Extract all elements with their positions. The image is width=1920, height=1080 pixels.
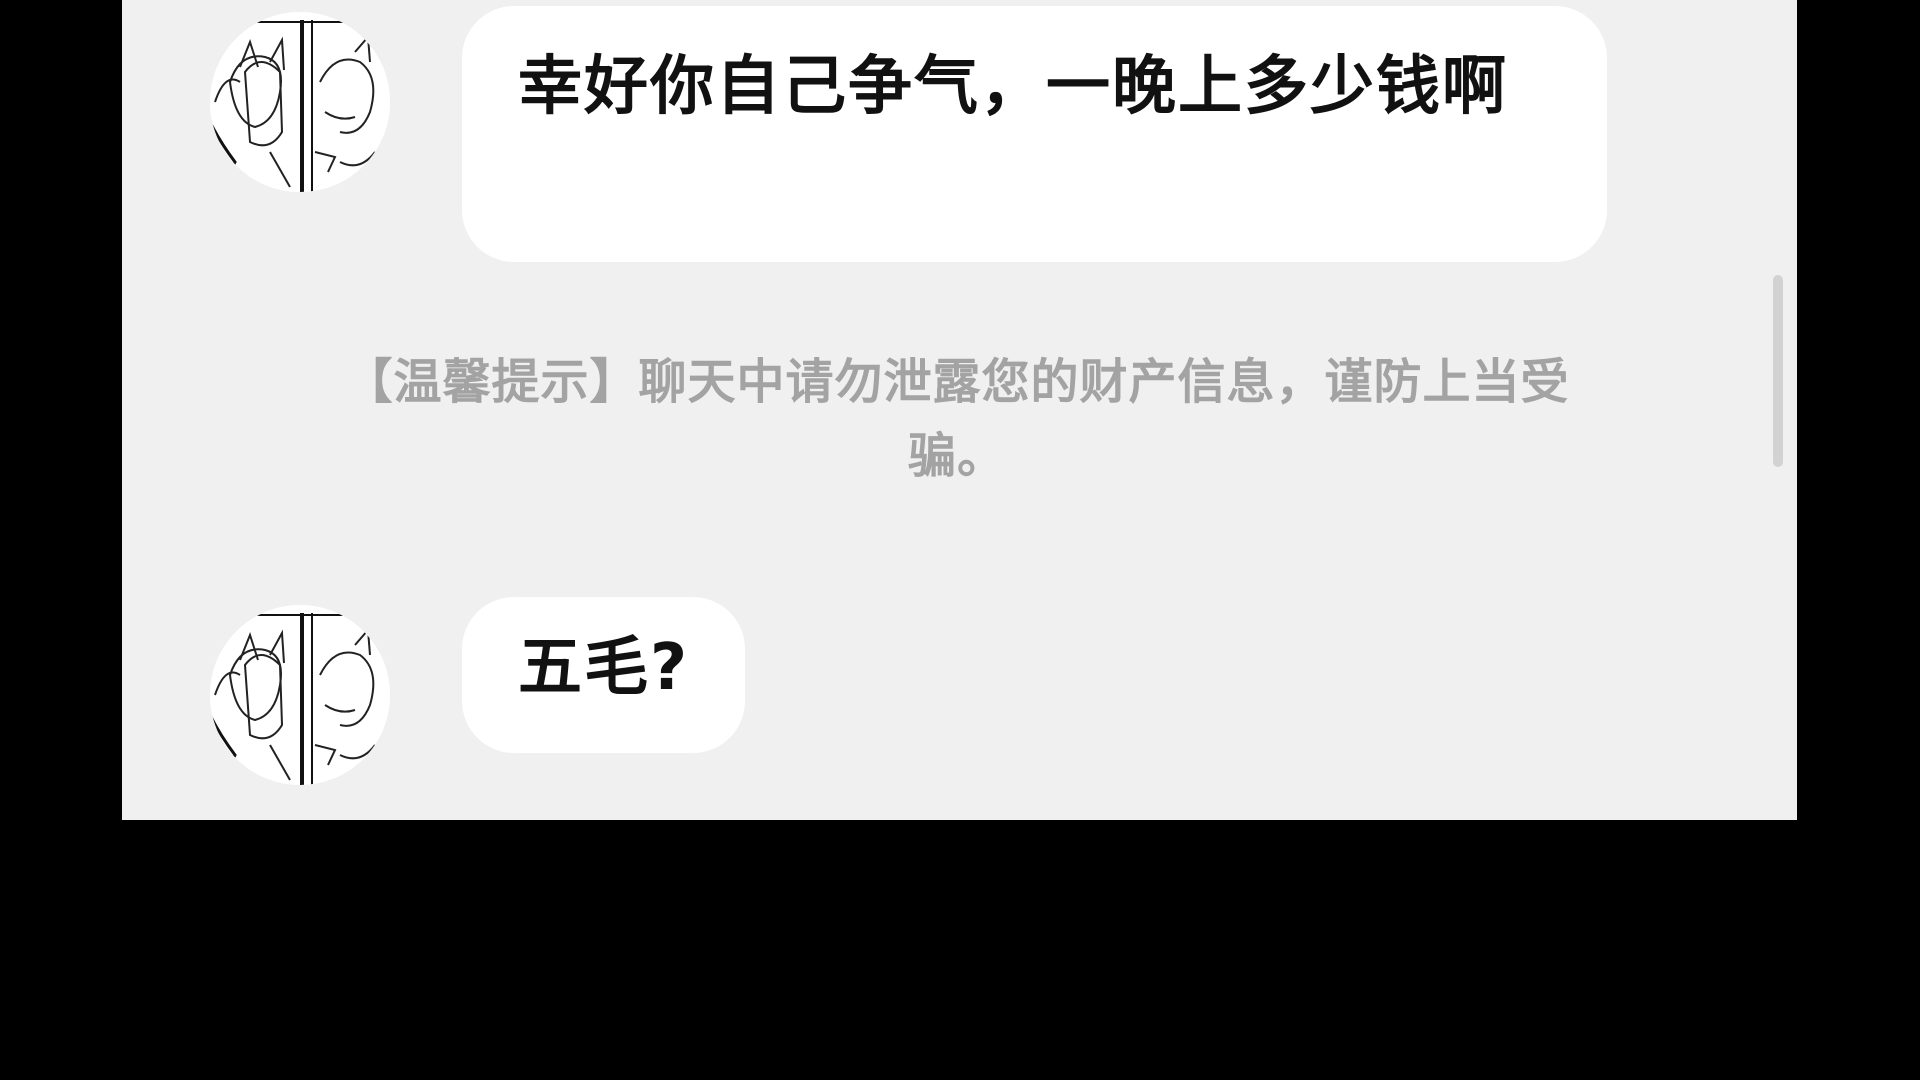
system-tip-text: 【温馨提示】聊天中请勿泄露您的财产信息，谨防上当受骗。: [344, 354, 1570, 484]
message-text: 五毛?: [518, 631, 690, 705]
sender-avatar[interactable]: [210, 605, 390, 785]
message-bubble[interactable]: 五毛?: [462, 597, 746, 753]
manga-avatar-icon: [210, 12, 390, 192]
message-bubble[interactable]: 幸好你自己争气，一晚上多少钱啊: [462, 6, 1607, 262]
system-tip: 【温馨提示】聊天中请勿泄露您的财产信息，谨防上当受骗。: [302, 345, 1612, 493]
manga-avatar-icon: [210, 605, 390, 785]
chat-screen: 幸好你自己争气，一晚上多少钱啊 【温馨提示】聊天中请勿泄露您的财产信息，谨防上当…: [122, 0, 1797, 820]
sender-avatar[interactable]: [210, 12, 390, 192]
scrollbar[interactable]: [1773, 275, 1783, 467]
message-text: 幸好你自己争气，一晚上多少钱啊: [518, 50, 1508, 124]
